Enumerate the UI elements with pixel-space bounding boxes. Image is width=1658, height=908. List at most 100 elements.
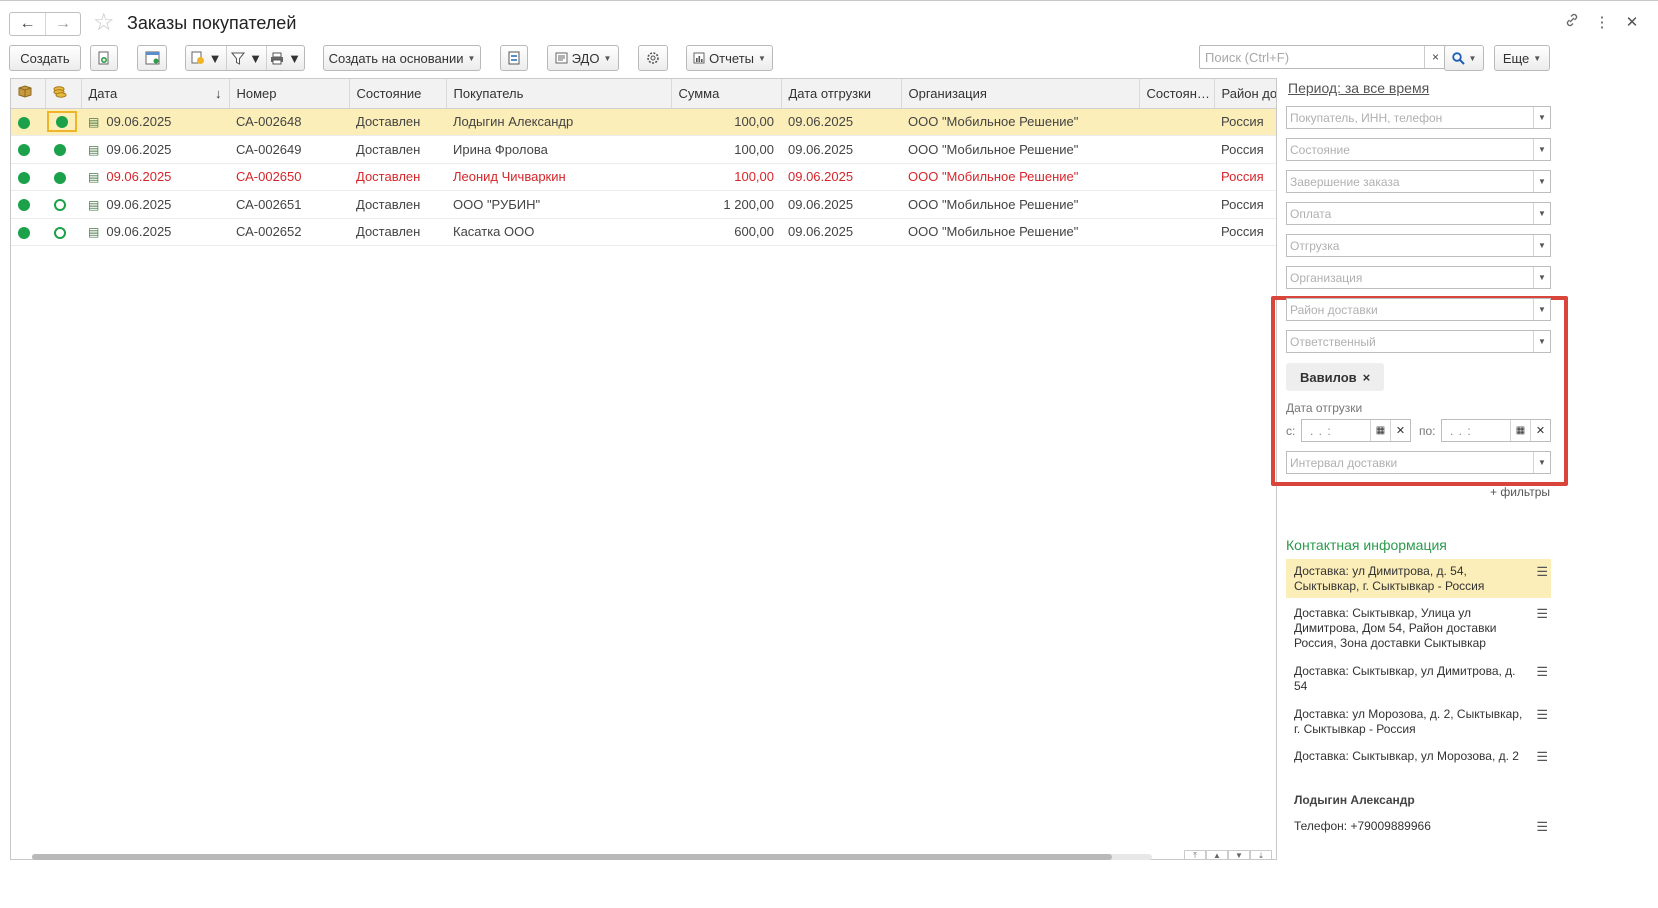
table-row[interactable]: ▤ 09.06.2025 СА-002649 Доставлен Ирина Фр… [11,135,1276,164]
favorite-star-icon[interactable]: ☆ [93,10,115,36]
status-ring-icon [54,226,66,239]
responsible-field[interactable]: Ответственный ▼ [1286,330,1551,353]
filter-lines-icon[interactable]: ☰ [1536,707,1548,722]
document-clock-icon [191,51,205,65]
chevron-down-icon[interactable]: ▼ [1533,171,1550,192]
column-header-date[interactable]: Дата ↓ [81,79,230,109]
calendar-icon[interactable]: ▦ [1370,420,1390,441]
responsible-tag[interactable]: Вавилов × [1286,363,1385,391]
create-based-on-button[interactable]: Создать на основании ▼ [323,45,481,71]
sum-cell: 100,00 [671,108,781,136]
selected-cell[interactable] [47,111,77,133]
chevron-down-icon[interactable]: ▼ [1533,203,1550,224]
district-cell: Россия [1214,135,1276,164]
chevron-down-icon[interactable]: ▼ [1533,267,1550,288]
search-button[interactable]: ▼ [1444,45,1484,71]
contact-item[interactable]: Доставка: Сыктывкар, ул Морозова, д. 2 ☰ [1286,744,1551,768]
calendar-icon[interactable]: ▦ [1510,420,1530,441]
column-header-ship-date[interactable]: Дата отгрузки [781,79,902,109]
state-filter-field[interactable]: Состояние ▼ [1286,138,1551,161]
clear-icon[interactable]: ✕ [1530,420,1550,441]
filter-lines-icon[interactable]: ☰ [1536,664,1548,679]
delivery-interval-field[interactable]: Интервал доставки ▼ [1286,451,1551,474]
column-header-organization[interactable]: Организация [901,79,1140,109]
contact-item[interactable]: Доставка: ул Морозова, д. 2, Сыктывкар, … [1286,702,1551,741]
reports-button[interactable]: Отчеты ▼ [686,45,773,71]
create-button[interactable]: Создать [9,45,81,71]
filter-lines-icon[interactable]: ☰ [1536,564,1548,579]
scroll-bottom-icon[interactable]: ⤓ [1250,850,1272,860]
document-posted-icon: ▤ [88,142,100,157]
chevron-down-icon[interactable]: ▼ [1533,299,1550,320]
copy-document-button[interactable] [90,45,118,71]
horizontal-scrollbar[interactable] [10,851,1277,860]
column-header-buyer[interactable]: Покупатель [446,79,672,109]
chevron-down-icon[interactable]: ▼ [1533,452,1550,473]
chevron-down-icon[interactable]: ▼ [1533,107,1550,128]
date-mask: . . : [1450,424,1472,438]
chevron-down-icon[interactable]: ▼ [1533,139,1550,160]
clear-icon[interactable]: ✕ [1390,420,1410,441]
chevron-down-icon[interactable]: ▼ [1533,331,1550,352]
search-input[interactable]: Поиск (Ctrl+F) × [1199,45,1447,69]
scroll-down-icon[interactable]: ▼ [1228,850,1250,860]
state2-cell [1139,190,1214,219]
back-arrow-icon[interactable]: ← [10,13,45,35]
payment-filter-field[interactable]: Оплата ▼ [1286,202,1551,225]
column-header-payment[interactable] [45,79,82,109]
search-clear-icon[interactable]: × [1424,46,1446,68]
table-row[interactable]: ▤ 09.06.2025 СА-002652 Доставлен Касатка … [11,218,1276,246]
contact-item-text: Доставка: ул Морозова, д. 2, Сыктывкар, … [1294,707,1523,736]
filter-lines-icon[interactable]: ☰ [1536,606,1548,621]
column-header-state2[interactable]: Состоян… [1139,79,1215,109]
contact-item[interactable]: Доставка: Сыктывкар, Улица ул Димитрова,… [1286,601,1551,655]
tag-label: Вавилов [1300,369,1357,385]
tag-remove-icon[interactable]: × [1363,370,1371,385]
link-icon[interactable] [1564,13,1580,31]
contact-phone-item[interactable]: Телефон: +79009889966 ☰ [1286,814,1551,838]
column-header-delivery[interactable] [11,79,46,109]
calendar-list-button[interactable] [137,45,167,71]
contact-info-title: Контактная информация [1286,537,1447,553]
scroll-up-icon[interactable]: ▲ [1206,850,1228,860]
table-row[interactable]: ▤ 09.06.2025 СА-002648 Доставлен Лодыгин … [11,108,1276,136]
filter-button[interactable]: ▼ [226,46,266,70]
column-header-state[interactable]: Состояние [349,79,447,109]
completion-filter-field[interactable]: Завершение заказа ▼ [1286,170,1551,193]
more-button[interactable]: Еще ▼ [1494,45,1550,71]
create-based-on-label: Создать на основании [328,50,464,66]
settings-button[interactable] [638,45,668,71]
contact-item[interactable]: Доставка: ул Димитрова, д. 54, Сыктывкар… [1286,559,1551,598]
column-header-district[interactable]: Район до [1214,79,1276,109]
table-header: Дата ↓ Номер Состояние Покупатель Сумма Д… [11,79,1276,109]
column-header-date-label: Дата [88,85,118,101]
print-button[interactable]: ▼ [266,46,304,70]
structure-button[interactable] [500,45,528,71]
more-options-icon[interactable]: ⋮ [1594,13,1610,31]
delivery-district-field[interactable]: Район доставки ▼ [1286,298,1551,321]
date-value: 09.06.2025 [106,224,172,240]
scroll-top-icon[interactable]: ⤒ [1184,850,1206,860]
organization-filter-field[interactable]: Организация ▼ [1286,266,1551,289]
forward-arrow-icon[interactable]: → [44,13,80,35]
close-icon[interactable]: ✕ [1624,13,1640,31]
more-filters-link[interactable]: + фильтры [1490,485,1550,499]
table-row[interactable]: ▤ 09.06.2025 СА-002650 Доставлен Леонид Ч… [11,163,1276,191]
edo-button[interactable]: ЭДО ▼ [547,45,619,71]
period-link[interactable]: Период: за все время [1288,80,1429,96]
contact-item[interactable]: Доставка: Сыктывкар, ул Димитрова, д. 54… [1286,659,1551,698]
date-from-field[interactable]: . . : ▦ ✕ [1301,419,1411,442]
column-header-number[interactable]: Номер [229,79,350,109]
document-status-button[interactable]: ▼ [186,46,226,70]
table-row[interactable]: ▤ 09.06.2025 СА-002651 Доставлен ООО "РУБ… [11,190,1276,219]
delivery-status-cell [11,163,45,191]
buyer-filter-field[interactable]: Покупатель, ИНН, телефон ▼ [1286,106,1551,129]
status-dot-icon [54,171,66,184]
date-to-field[interactable]: . . : ▦ ✕ [1441,419,1551,442]
filter-lines-icon[interactable]: ☰ [1536,749,1548,764]
chevron-down-icon[interactable]: ▼ [1533,235,1550,256]
filter-lines-icon[interactable]: ☰ [1536,819,1548,834]
shipment-filter-field[interactable]: Отгрузка ▼ [1286,234,1551,257]
scrollbar-thumb[interactable] [32,854,1112,860]
column-header-sum[interactable]: Сумма [671,79,782,109]
